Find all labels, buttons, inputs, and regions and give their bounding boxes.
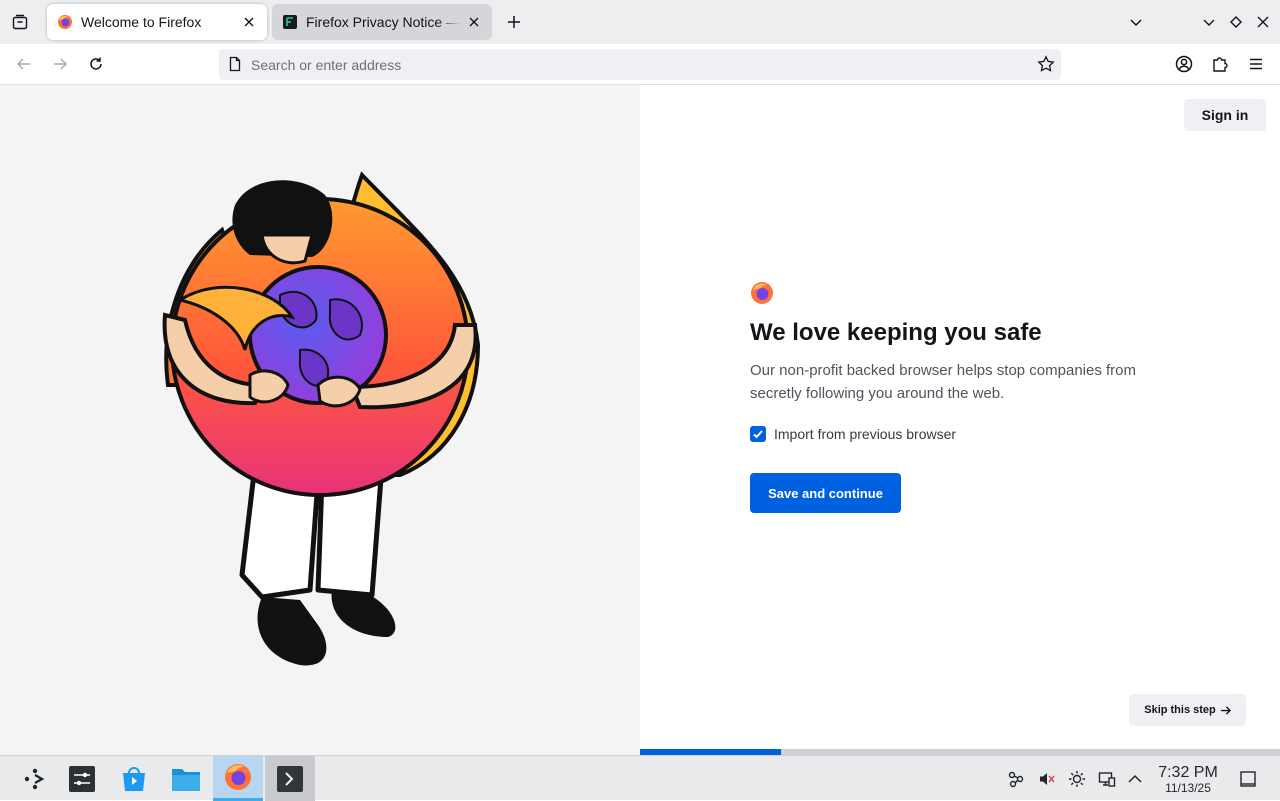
puzzle-icon (1213, 57, 1228, 72)
application-launcher[interactable] (9, 756, 59, 801)
display-icon (1098, 772, 1116, 787)
clock-date: 11/13/25 (1165, 781, 1211, 795)
account-icon (1175, 55, 1193, 73)
taskbar-firefox[interactable] (213, 756, 263, 801)
checkmark-icon (753, 430, 763, 439)
skip-step-button[interactable]: Skip this step (1129, 694, 1246, 726)
brightness-icon (1069, 771, 1085, 787)
chevron-up-icon (1128, 774, 1142, 783)
tab-manager-icon (12, 14, 28, 30)
tray-network[interactable] (1005, 768, 1027, 790)
save-and-continue-button[interactable]: Save and continue (750, 473, 901, 513)
close-icon (244, 17, 254, 27)
plus-icon (508, 16, 520, 28)
tab-welcome[interactable]: Welcome to Firefox (47, 4, 267, 40)
close-icon (469, 17, 479, 27)
tray-show-hidden[interactable] (1124, 768, 1146, 790)
skip-step-label: Skip this step (1144, 704, 1216, 716)
list-all-tabs-button[interactable] (1122, 8, 1150, 36)
forward-button[interactable] (46, 50, 74, 78)
tray-brightness[interactable] (1066, 768, 1088, 790)
tray-display[interactable] (1096, 768, 1118, 790)
tab-title: Welcome to Firefox (81, 14, 202, 30)
chevron-down-icon (1203, 19, 1215, 26)
arrow-left-icon (17, 58, 30, 70)
person-hugging-firefox-illustration (162, 171, 481, 666)
settings-sliders-icon (69, 765, 95, 792)
address-bar[interactable] (219, 49, 1061, 80)
show-desktop-button[interactable] (1237, 768, 1259, 790)
close-icon (1257, 16, 1269, 28)
page-icon (229, 56, 241, 72)
launcher-icon (24, 768, 45, 789)
sign-in-button[interactable]: Sign in (1184, 99, 1266, 131)
new-tab-button[interactable] (500, 8, 528, 36)
app-menu-button[interactable] (1242, 50, 1270, 78)
reload-icon (90, 57, 102, 70)
import-checkbox[interactable] (750, 426, 766, 442)
import-label[interactable]: Import from previous browser (774, 426, 956, 442)
taskbar-discover[interactable] (109, 756, 159, 801)
firefox-icon (58, 15, 72, 29)
tab-title: Firefox Privacy Notice — Mozilla (306, 14, 460, 30)
onboarding-pane: Sign in We love keeping you safe Our non… (640, 85, 1280, 755)
firefox-logo-icon (751, 282, 773, 304)
clock-time: 7:32 PM (1158, 764, 1218, 781)
page-description: Our non-profit backed browser helps stop… (750, 362, 1137, 402)
network-icon (1008, 771, 1024, 788)
page-heading: We love keeping you safe (750, 319, 1042, 346)
volume-muted-icon (1040, 773, 1055, 785)
maximize-window-button[interactable] (1222, 8, 1250, 36)
welcome-page: Sign in We love keeping you safe Our non… (0, 85, 1280, 755)
star-icon[interactable] (1037, 55, 1055, 73)
tab-strip: Welcome to Firefox Firefox Privacy Notic… (0, 0, 1280, 44)
clock[interactable]: 7:32 PM 11/13/25 (1152, 764, 1224, 795)
discover-store-icon (123, 766, 145, 791)
navigation-toolbar (0, 44, 1280, 85)
taskbar-system-settings[interactable] (57, 756, 107, 801)
diamond-icon (1230, 16, 1242, 28)
arrow-right-icon (1220, 705, 1231, 715)
account-button[interactable] (1170, 50, 1198, 78)
terminal-icon (277, 765, 303, 792)
tab-privacy-notice[interactable]: Firefox Privacy Notice — Mozilla (272, 4, 492, 40)
taskbar-file-manager[interactable] (161, 756, 211, 801)
close-window-button[interactable] (1249, 8, 1277, 36)
show-desktop-icon (1240, 771, 1256, 787)
document-favicon-icon (283, 15, 297, 29)
import-option[interactable]: Import from previous browser (750, 426, 956, 442)
tray-volume[interactable] (1036, 768, 1058, 790)
folder-icon (172, 768, 200, 791)
system-taskbar: 7:32 PM 11/13/25 (0, 755, 1280, 801)
close-tab-button[interactable] (466, 14, 482, 30)
extensions-button[interactable] (1206, 50, 1234, 78)
reload-button[interactable] (82, 50, 110, 78)
minimize-window-button[interactable] (1195, 8, 1223, 36)
address-input[interactable] (251, 49, 1031, 80)
firefox-icon (225, 764, 251, 790)
back-button[interactable] (10, 50, 38, 78)
taskbar-terminal[interactable] (265, 756, 315, 801)
close-tab-button[interactable] (241, 14, 257, 30)
arrow-right-icon (54, 58, 67, 70)
tab-manager-button[interactable] (6, 8, 34, 36)
chevron-down-icon (1130, 19, 1142, 27)
illustration-pane (0, 85, 640, 755)
hamburger-icon (1250, 58, 1262, 70)
